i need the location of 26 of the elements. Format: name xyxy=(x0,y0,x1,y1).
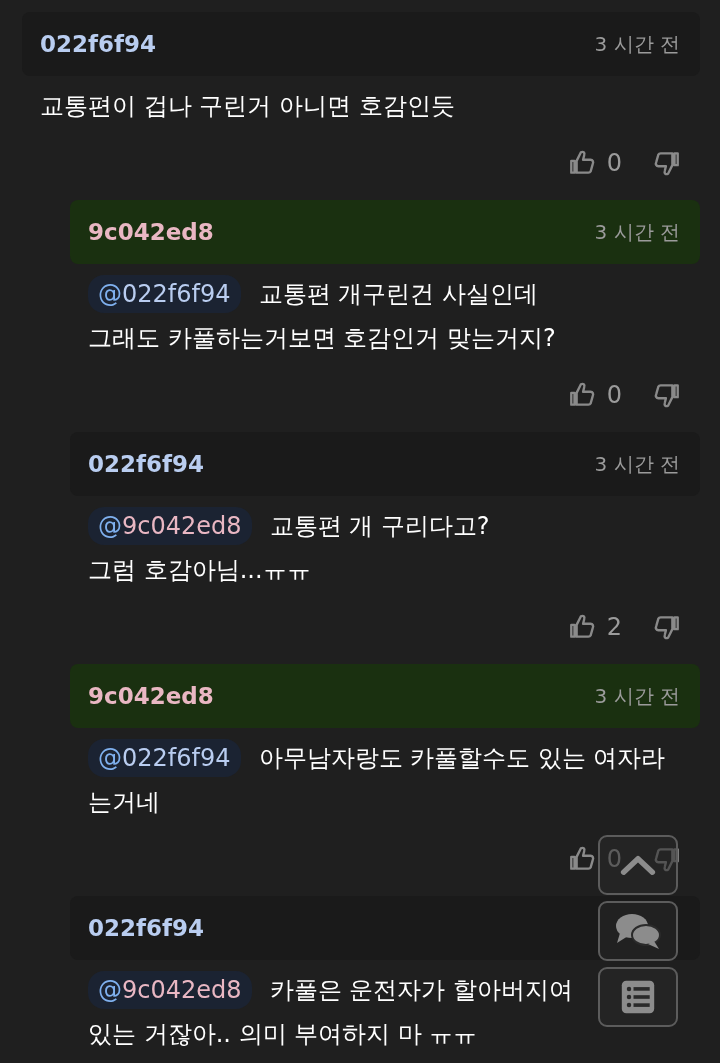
like-count: 0 xyxy=(606,149,622,177)
mention-tag[interactable]: @022f6f94 xyxy=(88,739,241,777)
username[interactable]: 9c042ed8 xyxy=(88,219,214,245)
comment-text: 그래도 카풀하는거보면 호감인거 맞는거지? xyxy=(88,324,556,352)
like-count: 0 xyxy=(606,845,622,873)
comment-text: 교통편 개구린건 사실인데 xyxy=(258,279,538,310)
timestamp: 3 시간 전 xyxy=(594,218,680,246)
timestamp: 3 시간 전 xyxy=(594,30,680,58)
mention-tag[interactable]: @9c042ed8 xyxy=(88,971,252,1009)
timestamp: 3 시간 전 xyxy=(594,682,680,710)
comment-text: 교통편 개 구리다고? xyxy=(269,511,490,542)
like-count: 0 xyxy=(606,381,622,409)
comment-text: 아무남자랑도 카풀할수도 있는 여자라 xyxy=(258,743,666,774)
mention-tag[interactable]: @022f6f94 xyxy=(88,275,241,313)
username[interactable]: 022f6f94 xyxy=(40,31,157,57)
timestamp: 3 시간 전 xyxy=(594,450,680,478)
username[interactable]: 9c042ed8 xyxy=(88,683,214,709)
username[interactable]: 022f6f94 xyxy=(88,915,205,941)
like-count: 2 xyxy=(606,613,622,641)
comment-text: 그럼 호감아님...ㅠㅠ xyxy=(88,556,311,584)
username[interactable]: 022f6f94 xyxy=(88,451,205,477)
comment-text: 는거네 xyxy=(88,788,160,816)
comment-text: 교통편이 겁나 구린거 아니면 호감인듯 xyxy=(40,92,455,120)
mention-tag[interactable]: @9c042ed8 xyxy=(88,507,252,545)
comment-text: 있는 거잖아.. 의미 부여하지 마 ㅠㅠ xyxy=(88,1020,478,1048)
comment-text: 카풀은 운전자가 할아버지여 xyxy=(269,975,573,1006)
